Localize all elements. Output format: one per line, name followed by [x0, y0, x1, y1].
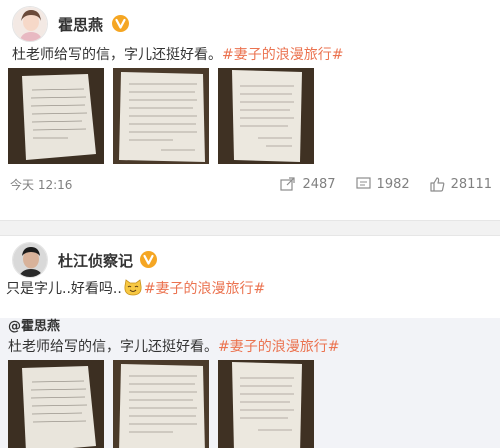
timestamp[interactable]: 今天 12:16: [10, 176, 72, 193]
comment-button[interactable]: 1982: [355, 176, 410, 192]
comment-count: 1982: [376, 176, 410, 192]
topic-link[interactable]: #妻子的浪漫旅行#: [218, 339, 339, 355]
verified-v-icon: [112, 15, 129, 32]
retweet-text: 杜老师给写的信，字儿还挺好看。#妻子的浪漫旅行#: [8, 336, 339, 356]
user-avatar[interactable]: [12, 6, 48, 42]
post-text: 只是字儿..好看吗.. #妻子的浪漫旅行#: [6, 278, 265, 298]
letter-photo[interactable]: [8, 360, 104, 448]
username[interactable]: 杜江侦察记: [58, 250, 133, 271]
topic-link[interactable]: #妻子的浪漫旅行#: [222, 47, 343, 63]
feed-divider: [0, 220, 500, 236]
repost-button[interactable]: 2487: [280, 176, 336, 192]
post-actions: 2487 1982 28111: [280, 175, 492, 193]
retweet-author[interactable]: @霍思燕: [8, 318, 60, 336]
repost-icon: [280, 177, 296, 191]
post-text-plain: 只是字儿..好看吗..: [6, 281, 122, 297]
username[interactable]: 霍思燕: [58, 14, 103, 35]
retweet-box[interactable]: @霍思燕 杜老师给写的信，字儿还挺好看。#妻子的浪漫旅行#: [0, 318, 500, 448]
letter-photo[interactable]: [218, 360, 314, 448]
letter-photo[interactable]: [8, 68, 104, 164]
post-text-plain: 杜老师给写的信，字儿还挺好看。: [12, 47, 222, 63]
topic-link[interactable]: #妻子的浪漫旅行#: [144, 278, 265, 298]
verified-v-icon: [140, 251, 157, 268]
like-button[interactable]: 28111: [430, 177, 492, 192]
retweet-text-plain: 杜老师给写的信，字儿还挺好看。: [8, 339, 218, 355]
weibo-post: 杜江侦察记 只是字儿..好看吗.. #妻子的浪漫旅行# @霍思燕 杜老师给写的信…: [0, 236, 500, 448]
letter-photo[interactable]: [113, 360, 209, 448]
letter-photo[interactable]: [218, 68, 314, 164]
thumbs-up-icon: [430, 176, 445, 192]
post-text: 杜老师给写的信，字儿还挺好看。#妻子的浪漫旅行#: [12, 44, 343, 64]
weibo-post: 霍思燕 杜老师给写的信，字儿还挺好看。#妻子的浪漫旅行# 今天 12:16 24…: [0, 0, 500, 220]
repost-count: 2487: [302, 176, 336, 192]
like-count: 28111: [450, 176, 492, 192]
user-avatar[interactable]: [12, 242, 48, 278]
cat-face-emoji-icon: [124, 279, 142, 296]
letter-photo[interactable]: [113, 68, 209, 164]
comment-icon: [355, 177, 371, 189]
